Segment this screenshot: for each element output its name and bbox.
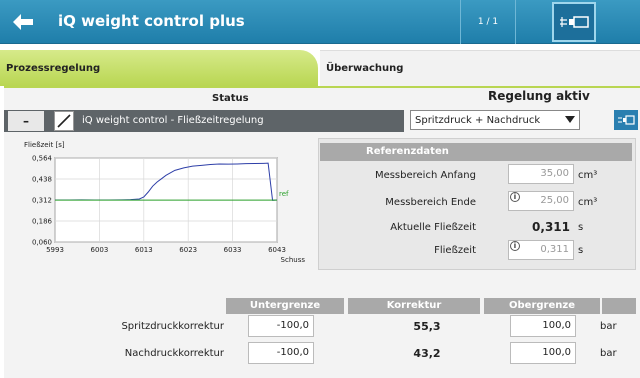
y-tick-label: 0,186 <box>32 218 53 226</box>
injection-unit-icon <box>560 16 589 28</box>
nachdruckkorrektur-label: Nachdruckkorrektur <box>124 348 224 359</box>
spritzdruck-upper-field[interactable]: 100,0 <box>510 315 576 337</box>
x-tick-label: 6033 <box>224 246 242 254</box>
tab-ueberwachung[interactable]: Überwachung <box>320 50 640 86</box>
column-header-untergrenze: Untergrenze <box>226 298 344 314</box>
spritzdruckkorrektur-label: Spritzdruckkorrektur <box>121 321 224 332</box>
mode-select-value: Spritzdruck + Nachdruck <box>415 114 541 126</box>
aktuelle-fliesszeit-label: Aktuelle Fließzeit <box>390 222 476 233</box>
column-header-unit <box>602 298 636 314</box>
x-tick-label: 6003 <box>90 246 108 254</box>
status-heading: Status <box>212 93 249 104</box>
back-arrow-icon <box>13 14 33 30</box>
mode-select[interactable]: Spritzdruck + Nachdruck <box>410 110 580 130</box>
y-tick-label: 0,438 <box>32 176 52 184</box>
nachdruck-upper-field[interactable]: 100,0 <box>510 342 576 364</box>
unit-bar: bar <box>600 348 617 359</box>
unit-bar: bar <box>600 321 617 332</box>
info-icon[interactable]: i <box>510 241 520 251</box>
checkmark-icon <box>57 114 71 128</box>
nachdruck-lower-field[interactable]: -100,0 <box>248 342 314 364</box>
unit-cm3: cm³ <box>578 197 598 208</box>
spritzdruck-korrektur-value: 55,3 <box>413 320 441 333</box>
unit-cm3: cm³ <box>578 170 598 181</box>
x-tick-label: 6043 <box>268 246 286 254</box>
unit-s: s <box>578 245 584 256</box>
enable-checkbox[interactable] <box>54 111 74 131</box>
messbereich-ende-label: Messbereich Ende <box>385 197 476 208</box>
x-tick-label: 6013 <box>135 246 153 254</box>
column-header-obergrenze: Obergrenze <box>484 298 600 314</box>
y-tick-label: 0,564 <box>32 155 53 163</box>
flow-time-chart: 5993 6003 6013 6023 6033 6043 0,564 0,438 0,312 0… <box>32 155 306 265</box>
x-axis-label: Schuss <box>281 256 306 264</box>
spritzdruck-lower-field[interactable]: -100,0 <box>248 315 314 337</box>
regelung-heading: Regelung aktiv <box>488 89 590 103</box>
chevron-down-icon <box>563 113 577 127</box>
app-title: iQ weight control plus <box>58 12 245 30</box>
column-header-korrektur: Korrektur <box>348 298 480 314</box>
messbereich-anfang-field[interactable]: 35,00 <box>508 164 574 184</box>
collapse-button[interactable]: – <box>8 111 44 131</box>
page-indicator: 1 / 1 <box>460 0 516 44</box>
y-tick-label: 0,312 <box>32 197 52 205</box>
unit-s: s <box>578 222 584 233</box>
y-tick-label: 0,060 <box>32 239 52 247</box>
tab-prozessregelung[interactable]: Prozessregelung <box>0 50 318 86</box>
reference-data-header: Referenzdaten <box>320 143 632 161</box>
injection-unit-small-icon <box>618 115 635 125</box>
x-tick-label: 5993 <box>46 246 64 254</box>
messbereich-anfang-label: Messbereich Anfang <box>374 170 476 181</box>
injection-unit-button[interactable] <box>552 2 596 42</box>
aktuelle-fliesszeit-value: 0,311 <box>532 220 570 234</box>
function-label: iQ weight control - Fließzeitregelung <box>82 115 264 126</box>
injection-unit-small-button[interactable] <box>614 110 638 130</box>
fliesszeit-label: Fließzeit <box>434 245 476 256</box>
x-tick-label: 6023 <box>179 246 197 254</box>
info-icon[interactable]: i <box>510 192 520 202</box>
ref-line-label: ref <box>279 190 289 198</box>
back-button[interactable] <box>6 8 40 36</box>
nachdruck-korrektur-value: 43,2 <box>413 347 441 360</box>
